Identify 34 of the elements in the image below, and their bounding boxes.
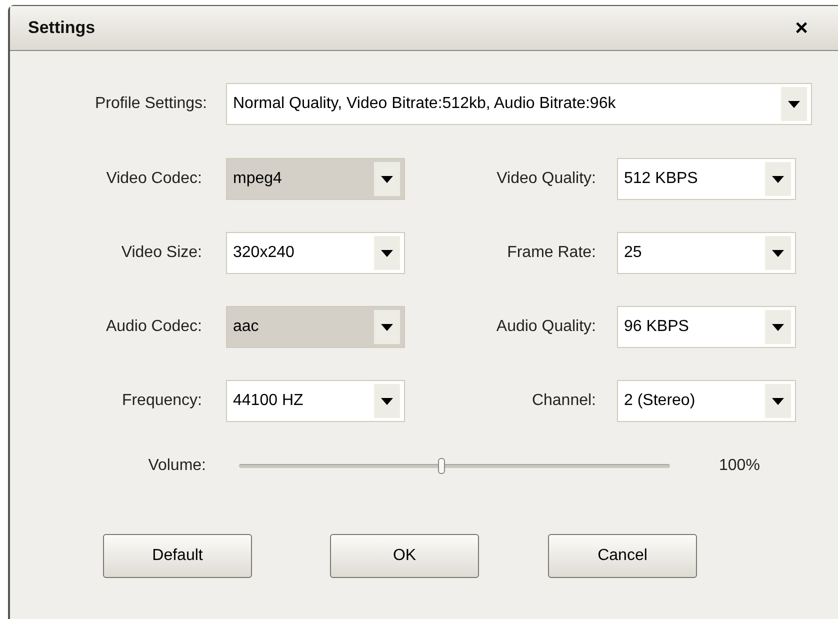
dropdown-value: 320x240 xyxy=(233,243,296,263)
field-label: Video Quality: xyxy=(496,169,596,189)
dropdown-value: mpeg4 xyxy=(233,169,283,189)
dropdown-value: 25 xyxy=(624,243,643,263)
dropdown[interactable]: Normal Quality, Video Bitrate:512kb, Audio Bitrate:96k xyxy=(226,83,812,125)
field-label: Volume: xyxy=(147,456,206,476)
field-label: Profile Settings: xyxy=(94,94,207,114)
close-button[interactable]: × xyxy=(795,17,808,39)
window-title: Settings xyxy=(28,17,96,40)
dropdown[interactable]: 25 xyxy=(617,232,796,274)
slider-thumb[interactable] xyxy=(438,458,445,474)
dropdown-value: 96 KBPS xyxy=(624,317,690,337)
dropdown[interactable]: 2 (Stereo) xyxy=(617,380,796,422)
dropdown[interactable]: 96 KBPS xyxy=(617,306,796,348)
volume-reading: 100% xyxy=(719,456,760,476)
dropdown-value: 44100 HZ xyxy=(233,391,304,411)
field-label: Video Size: xyxy=(120,243,202,263)
dialog-button[interactable]: OK xyxy=(330,534,479,578)
field-label: Audio Codec: xyxy=(104,317,202,337)
dropdown-value: Normal Quality, Video Bitrate:512kb, Audio Bitrate:96k xyxy=(233,94,617,114)
dropdown[interactable]: 320x240 xyxy=(226,232,405,274)
dropdown[interactable]: 512 KBPS xyxy=(617,158,796,200)
dialog-button[interactable]: Cancel xyxy=(548,534,697,578)
dropdown-value: 512 KBPS xyxy=(624,169,699,189)
field-label: Frequency: xyxy=(120,391,202,411)
field-label: Video Codec: xyxy=(105,169,202,189)
field-label: Audio Quality: xyxy=(495,317,596,337)
field-label: Channel: xyxy=(530,391,596,411)
dropdown[interactable]: 44100 HZ xyxy=(226,380,405,422)
field-label: Frame Rate: xyxy=(506,243,596,263)
volume-slider[interactable] xyxy=(239,458,670,474)
dropdown-value: aac xyxy=(233,317,260,337)
dropdown-value: 2 (Stereo) xyxy=(624,391,696,411)
dialog-button[interactable]: Default xyxy=(103,534,252,578)
